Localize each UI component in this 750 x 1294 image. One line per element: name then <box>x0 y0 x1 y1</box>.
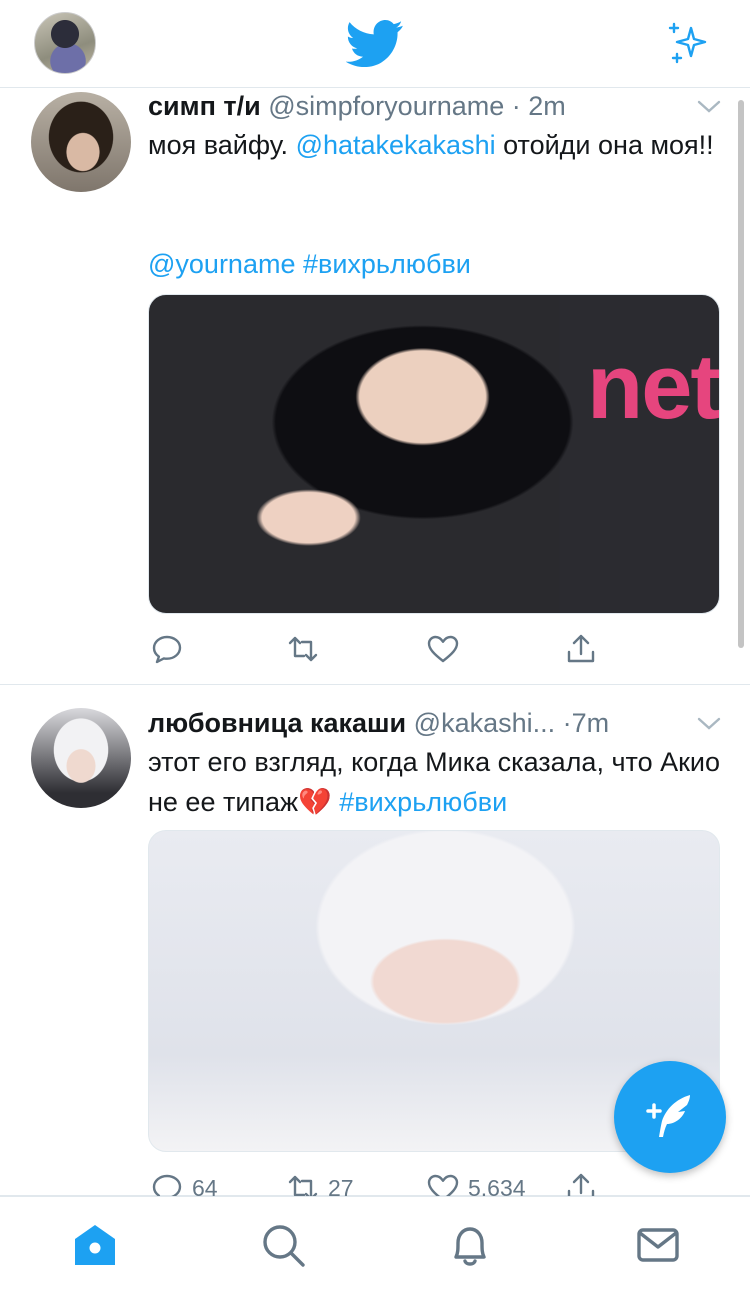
broken-heart-emoji: 💔 <box>298 787 332 817</box>
share-button[interactable] <box>564 629 598 669</box>
retweet-button[interactable] <box>286 629 328 669</box>
separator-dot: · <box>562 708 572 738</box>
messages-icon[interactable] <box>634 1221 682 1269</box>
hashtag-link[interactable]: @yourname #вихрьлюбви <box>148 249 471 279</box>
timestamp: 2m <box>528 91 566 121</box>
notifications-icon[interactable] <box>446 1221 494 1269</box>
display-name[interactable]: любовница какаши <box>148 708 406 738</box>
tweet-photo[interactable]: net <box>148 294 720 614</box>
home-icon[interactable] <box>71 1221 119 1269</box>
tweet-header: симп т/и @simpforyourname · 2m <box>148 89 726 123</box>
chevron-down-icon[interactable] <box>696 716 722 732</box>
tweet[interactable]: симп т/и @simpforyourname · 2m моя вайфу… <box>0 89 750 685</box>
hashtag-link[interactable]: #вихрьлюбви <box>332 787 507 817</box>
search-icon[interactable] <box>259 1221 307 1269</box>
share-icon <box>567 634 595 663</box>
chevron-down-icon[interactable] <box>696 99 722 115</box>
tweet-text-part: отойди она моя!! <box>495 130 714 160</box>
avatar[interactable] <box>31 708 131 808</box>
scrollbar[interactable] <box>738 100 744 648</box>
tweet-tags: @yourname #вихрьлюбви <box>148 244 728 284</box>
user-handle[interactable]: @kakashi... <box>414 708 555 738</box>
profile-avatar[interactable] <box>34 12 96 74</box>
twitter-bird-icon <box>346 20 403 68</box>
tweet-header: любовница какаши @kakashi... ·7m <box>148 706 726 740</box>
heart-icon <box>427 635 459 663</box>
top-bar <box>0 0 750 88</box>
user-handle[interactable]: @simpforyourname <box>268 91 504 121</box>
tweet-text-part: моя вайфу. <box>148 130 296 160</box>
display-name[interactable]: симп т/и <box>148 91 261 121</box>
reply-icon <box>152 635 182 664</box>
retweet-icon <box>288 636 318 662</box>
reply-button[interactable] <box>150 629 192 669</box>
like-button[interactable] <box>426 629 468 669</box>
tweet-text: этот его взгляд, когда Мика сказала, что… <box>148 742 728 822</box>
bottom-tab-bar <box>0 1196 750 1294</box>
timestamp: 7m <box>571 708 610 738</box>
sparkle-icon[interactable] <box>665 20 713 68</box>
compose-tweet-button[interactable] <box>614 1061 726 1173</box>
tweet-text: моя вайфу. @hatakekakashi отойди она моя… <box>148 125 728 165</box>
avatar[interactable] <box>31 92 131 192</box>
separator-dot: · <box>511 91 521 121</box>
mention-link[interactable]: @hatakekakashi <box>296 130 496 160</box>
backdrop-logo-text: net <box>587 336 719 438</box>
compose-feather-icon <box>646 1095 690 1137</box>
tweet-actions <box>148 629 688 669</box>
